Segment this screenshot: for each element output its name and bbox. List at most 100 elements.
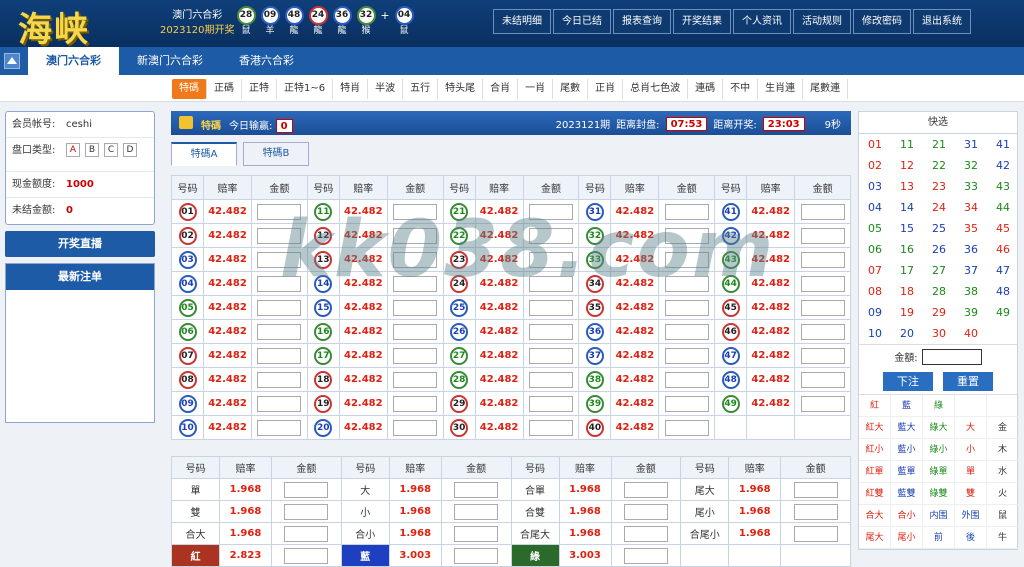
play-type-14[interactable]: 連碼 — [688, 79, 724, 99]
quick-number[interactable]: 30 — [923, 323, 955, 344]
quick-number[interactable]: 08 — [859, 281, 891, 302]
amount-input[interactable] — [528, 275, 573, 292]
amount-input[interactable] — [793, 525, 838, 542]
amount-input[interactable] — [257, 323, 302, 340]
subtab-1[interactable]: 特碼A — [171, 142, 237, 166]
quick-number[interactable]: 44 — [987, 197, 1019, 218]
amount-input[interactable] — [800, 251, 845, 268]
amount-input[interactable] — [454, 481, 499, 498]
amount-input[interactable] — [664, 203, 709, 220]
quick-category[interactable]: 後 — [955, 527, 987, 549]
quick-number[interactable]: 17 — [891, 260, 923, 281]
quick-number[interactable]: 27 — [923, 260, 955, 281]
amount-input[interactable] — [393, 347, 438, 364]
amount-input[interactable] — [800, 227, 845, 244]
quick-category[interactable]: 綠小 — [923, 439, 955, 461]
amount-input[interactable] — [454, 503, 499, 520]
quick-category[interactable]: 火 — [987, 483, 1019, 505]
quick-category[interactable]: 單 — [955, 461, 987, 483]
amount-input[interactable] — [623, 481, 668, 498]
amount-input[interactable] — [257, 395, 302, 412]
amount-input[interactable] — [623, 525, 668, 542]
quick-number[interactable]: 29 — [923, 302, 955, 323]
amount-input[interactable] — [528, 251, 573, 268]
play-type-1[interactable]: 特碼 — [172, 79, 207, 99]
amount-input[interactable] — [284, 525, 329, 542]
play-type-10[interactable]: 一肖 — [518, 79, 554, 99]
play-type-16[interactable]: 生肖連 — [758, 79, 804, 99]
amount-input[interactable] — [800, 395, 845, 412]
quick-number[interactable]: 40 — [955, 323, 987, 344]
quick-number[interactable] — [987, 323, 1019, 344]
amount-input[interactable] — [284, 503, 329, 520]
quick-category[interactable]: 牛 — [987, 527, 1019, 549]
quick-number[interactable]: 49 — [987, 302, 1019, 323]
play-type-11[interactable]: 尾數 — [553, 79, 589, 99]
quick-category[interactable]: 鼠 — [987, 505, 1019, 527]
quick-number[interactable]: 37 — [955, 260, 987, 281]
amount-input[interactable] — [921, 348, 982, 365]
plate-option-a[interactable]: A — [66, 143, 80, 157]
amount-input[interactable] — [623, 503, 668, 520]
nav-item-4[interactable]: 开奖结果 — [673, 9, 731, 34]
nav-item-1[interactable]: 未结明细 — [493, 9, 551, 34]
play-type-17[interactable]: 尾數連 — [803, 79, 849, 99]
amount-input[interactable] — [257, 347, 302, 364]
amount-input[interactable] — [793, 503, 838, 520]
amount-input[interactable] — [257, 419, 302, 436]
amount-input[interactable] — [664, 299, 709, 316]
quick-category[interactable]: 紅大 — [859, 417, 891, 439]
quick-category[interactable]: 藍單 — [891, 461, 923, 483]
plate-option-c[interactable]: C — [104, 143, 118, 157]
play-type-6[interactable]: 半波 — [368, 79, 404, 99]
play-type-8[interactable]: 特头尾 — [438, 79, 484, 99]
quick-category[interactable]: 雙 — [955, 483, 987, 505]
quick-number[interactable]: 06 — [859, 239, 891, 260]
amount-input[interactable] — [393, 323, 438, 340]
quick-category[interactable]: 綠單 — [923, 461, 955, 483]
quick-number[interactable]: 13 — [891, 176, 923, 197]
nav-item-8[interactable]: 退出系统 — [913, 9, 971, 34]
amount-input[interactable] — [800, 347, 845, 364]
nav-item-7[interactable]: 修改密码 — [853, 9, 911, 34]
quick-category[interactable]: 尾大 — [859, 527, 891, 549]
quick-number[interactable]: 22 — [923, 155, 955, 176]
amount-input[interactable] — [393, 395, 438, 412]
quick-number[interactable]: 01 — [859, 134, 891, 155]
quick-category[interactable]: 綠大 — [923, 417, 955, 439]
amount-input[interactable] — [623, 547, 668, 564]
quick-category[interactable]: 尾小 — [891, 527, 923, 549]
quick-number[interactable]: 18 — [891, 281, 923, 302]
subtab-2[interactable]: 特碼B — [243, 142, 309, 166]
nav-item-5[interactable]: 个人资讯 — [733, 9, 791, 34]
quick-number[interactable]: 32 — [955, 155, 987, 176]
quick-number[interactable]: 42 — [987, 155, 1019, 176]
amount-input[interactable] — [257, 299, 302, 316]
quick-category[interactable]: 金 — [987, 417, 1019, 439]
quick-category[interactable]: 大 — [955, 417, 987, 439]
quick-number[interactable]: 28 — [923, 281, 955, 302]
amount-input[interactable] — [664, 227, 709, 244]
amount-input[interactable] — [528, 395, 573, 412]
quick-number[interactable]: 04 — [859, 197, 891, 218]
quick-number[interactable]: 11 — [891, 134, 923, 155]
quick-category[interactable]: 綠 — [923, 395, 955, 417]
play-type-12[interactable]: 正肖 — [588, 79, 624, 99]
quick-number[interactable]: 48 — [987, 281, 1019, 302]
quick-number[interactable]: 16 — [891, 239, 923, 260]
quick-category[interactable]: 前 — [923, 527, 955, 549]
quick-number[interactable]: 25 — [923, 218, 955, 239]
lottery-tab-1[interactable]: 澳门六合彩 — [28, 47, 119, 75]
amount-input[interactable] — [257, 227, 302, 244]
play-type-13[interactable]: 总肖七色波 — [623, 79, 689, 99]
quick-category[interactable]: 木 — [987, 439, 1019, 461]
amount-input[interactable] — [257, 251, 302, 268]
quick-category[interactable]: 藍雙 — [891, 483, 923, 505]
quick-category[interactable] — [987, 395, 1019, 417]
amount-input[interactable] — [454, 525, 499, 542]
quick-category[interactable]: 合大 — [859, 505, 891, 527]
quick-number[interactable]: 09 — [859, 302, 891, 323]
amount-input[interactable] — [257, 371, 302, 388]
quick-number[interactable]: 15 — [891, 218, 923, 239]
quick-number[interactable]: 41 — [987, 134, 1019, 155]
